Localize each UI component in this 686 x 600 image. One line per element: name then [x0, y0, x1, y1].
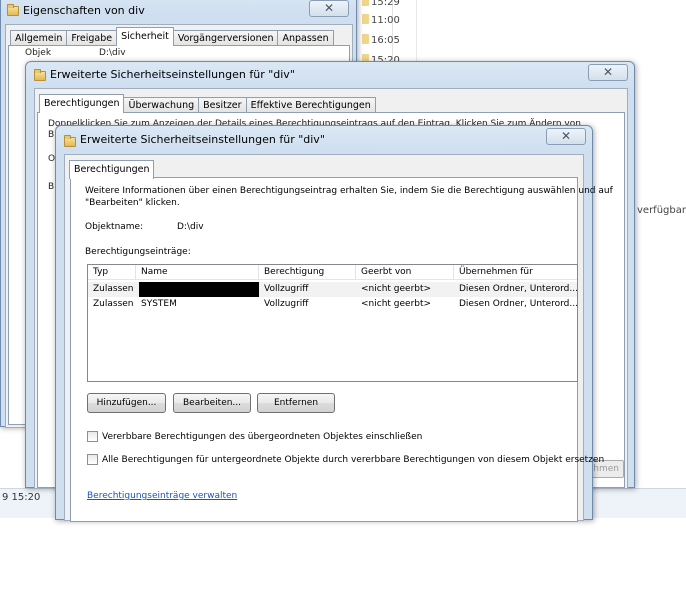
file-time-text: 11:00 [371, 15, 400, 26]
file-icon [362, 0, 369, 6]
cell-typ: Zulassen [93, 299, 134, 309]
cell-berechtigung: Vollzugriff [264, 284, 309, 294]
tab-freigabe[interactable]: Freigabe [66, 30, 118, 46]
cell-name: SYSTEM [141, 299, 177, 309]
folder-icon [34, 69, 46, 81]
window-title: Eigenschaften von div [23, 4, 145, 17]
stub-text: B [48, 182, 55, 192]
permissions-client: Berechtigungen Weitere Informationen übe… [64, 154, 613, 522]
available-space-text: verfügbar [637, 205, 686, 216]
tab-anpassen[interactable]: Anpassen [277, 30, 334, 46]
column-header-berechtigung[interactable]: Berechtigung [259, 265, 356, 280]
column-header-typ[interactable]: Typ [88, 265, 136, 280]
tab-strip: Allgemein Freigabe Sicherheit Vorgängerv… [10, 27, 334, 46]
close-button[interactable]: ✕ [588, 64, 628, 81]
tab-strip: Berechtigungen Überwachung Besitzer Effe… [39, 94, 376, 113]
info-text: Weitere Informationen über einen Berecht… [85, 186, 613, 196]
permission-entries-list[interactable]: Typ Name Berechtigung Geerbt von Überneh… [87, 264, 578, 382]
tab-effektive-berechtigungen[interactable]: Effektive Berechtigungen [245, 97, 376, 113]
manage-entries-link[interactable]: Berechtigungseinträge verwalten [87, 491, 237, 501]
file-icon [362, 34, 369, 44]
info-text: "Bearbeiten" klicken. [85, 198, 180, 208]
table-row[interactable]: Zulassen SYSTEM Vollzugriff <nicht geerb… [88, 297, 577, 312]
add-button[interactable]: Hinzufügen... [87, 393, 166, 413]
inherit-permissions-checkbox[interactable] [87, 431, 98, 442]
column-header-uebernehmen-fuer[interactable]: Übernehmen für [454, 265, 577, 280]
tab-berechtigungen[interactable]: Berechtigungen [39, 94, 125, 113]
file-icon [362, 14, 369, 24]
tab-allgemein[interactable]: Allgemein [10, 30, 68, 46]
tab-vorgaengerversionen[interactable]: Vorgängerversionen [172, 30, 279, 46]
tab-sicherheit[interactable]: Sicherheit [116, 27, 174, 46]
permissions-tab-page: Weitere Informationen über einen Berecht… [70, 177, 613, 522]
details-time: 9 15:20 [2, 492, 41, 503]
replace-permissions-checkbox[interactable] [87, 454, 98, 465]
file-time: 15:29 [362, 0, 400, 8]
table-row[interactable]: Zulassen Vollzugriff <nicht geerbt> Dies… [88, 282, 577, 297]
inherit-permissions-label: Vererbbare Berechtigungen des übergeordn… [102, 432, 423, 442]
cell-berechtigung: Vollzugriff [264, 299, 309, 309]
column-header-geerbt-von[interactable]: Geerbt von [356, 265, 454, 280]
object-label-stub: Objek [25, 48, 52, 58]
tab-berechtigungen[interactable]: Berechtigungen [69, 160, 155, 179]
window-title: Erweiterte Sicherheitseinstellungen für … [50, 68, 295, 81]
cell-geerbt-von: <nicht geerbt> [361, 299, 432, 309]
file-time: 16:05 [362, 34, 400, 46]
edit-button[interactable]: Bearbeiten... [173, 393, 251, 413]
column-header-name[interactable]: Name [136, 265, 259, 280]
cell-name-redacted [139, 282, 259, 297]
file-time-text: 16:05 [371, 35, 400, 46]
intro-text: B [48, 130, 55, 140]
cell-uebernehmen-fuer: Diesen Ordner, Unterord... [459, 299, 577, 309]
folder-icon [7, 4, 19, 16]
tab-besitzer[interactable]: Besitzer [198, 97, 247, 113]
entries-label: Berechtigungseinträge: [85, 247, 191, 257]
cell-typ: Zulassen [93, 284, 134, 294]
advanced-security-window-front: Erweiterte Sicherheitseinstellungen für … [55, 125, 613, 522]
cell-geerbt-von: <nicht geerbt> [361, 284, 432, 294]
tab-strip: Berechtigungen [69, 160, 155, 179]
object-value-stub: D:\div [99, 48, 126, 58]
object-name-label: Objektname: [85, 222, 144, 232]
tab-ueberwachung[interactable]: Überwachung [123, 97, 200, 113]
list-header: Typ Name Berechtigung Geerbt von Überneh… [88, 265, 577, 280]
close-button[interactable]: ✕ [309, 0, 349, 17]
folder-icon [64, 135, 76, 147]
file-time-text: 15:29 [371, 0, 400, 8]
close-button[interactable]: ✕ [546, 128, 586, 145]
replace-permissions-label: Alle Berechtigungen für untergeordnete O… [102, 455, 605, 465]
remove-button[interactable]: Entfernen [257, 393, 335, 413]
file-time: 11:00 [362, 14, 400, 26]
window-title: Erweiterte Sicherheitseinstellungen für … [80, 133, 325, 146]
object-name-value: D:\div [177, 222, 204, 232]
cell-uebernehmen-fuer: Diesen Ordner, Unterord... [459, 284, 577, 294]
